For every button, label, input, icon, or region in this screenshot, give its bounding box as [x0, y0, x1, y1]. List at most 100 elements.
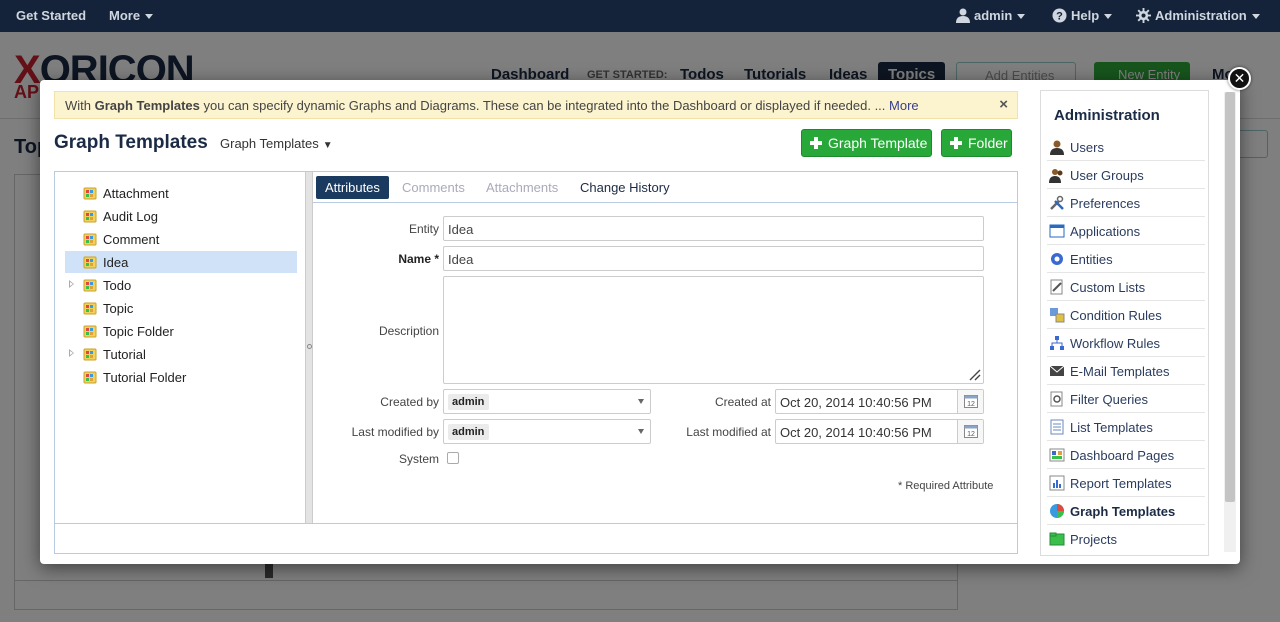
created-by-value: admin [448, 394, 490, 410]
tree-item-label: Comment [103, 232, 160, 247]
info-more-link[interactable]: More [889, 98, 919, 113]
tree-item[interactable]: Tutorial [65, 343, 297, 365]
sidebar-item-custom-lists[interactable]: Custom Lists [1047, 273, 1205, 301]
description-textarea[interactable] [443, 276, 984, 384]
get-started-link[interactable]: Get Started [16, 8, 86, 23]
detail-tabs: Attributes Comments Attachments Change H… [313, 172, 1017, 203]
sidebar-item-report-templates[interactable]: Report Templates [1047, 469, 1205, 497]
window-icon [1049, 223, 1065, 239]
sidebar-item-preferences[interactable]: Preferences [1047, 189, 1205, 217]
tree-item[interactable]: Attachment [65, 182, 297, 204]
more-label: More [109, 8, 141, 23]
pane-splitter[interactable] [305, 172, 313, 523]
dropdown-arrow-icon [638, 399, 644, 404]
system-label: System [398, 452, 439, 466]
add-folder-button[interactable]: Folder [941, 129, 1012, 157]
info-prefix: With [65, 98, 95, 113]
dialog-title: Graph Templates [54, 132, 208, 153]
tree-item[interactable]: Topic [65, 297, 297, 319]
tools-icon [1049, 195, 1065, 211]
envelope-icon [1049, 363, 1065, 379]
calendar-icon[interactable]: 12 [957, 390, 983, 413]
close-dialog-button[interactable]: ✕ [1228, 67, 1251, 90]
gear-icon [1049, 251, 1065, 267]
graph-template-icon [83, 186, 97, 200]
main-panel: Attachment Audit Log Comment Idea Todo Topic T… [54, 171, 1018, 554]
required-attribute-note: * Required Attribute [898, 480, 994, 492]
caret-down-icon: ▼ [322, 140, 333, 151]
tree-item-label: Topic Folder [103, 324, 174, 339]
tree-item-label: Audit Log [103, 209, 158, 224]
created-at-label: Created at [714, 395, 771, 409]
sidebar-item-users[interactable]: Users [1047, 133, 1205, 161]
sidebar-item-e-mail-templates[interactable]: E-Mail Templates [1047, 357, 1205, 385]
expand-arrow-icon[interactable] [69, 349, 74, 357]
graph-template-icon [83, 370, 97, 384]
tree-item-label: Idea [103, 255, 129, 270]
tree-item-label: Tutorial Folder [103, 370, 187, 385]
sidebar-item-applications[interactable]: Applications [1047, 217, 1205, 245]
sidebar-item-projects[interactable]: Projects [1047, 525, 1205, 553]
entity-field: Idea [443, 216, 984, 241]
user-icon [1049, 139, 1065, 155]
calendar-icon[interactable]: 12 [957, 420, 983, 443]
tree-item[interactable]: Idea [65, 251, 297, 273]
administration-sidebar: Administration Users User Groups Preferenc… [1040, 90, 1209, 556]
created-at-field[interactable]: Oct 20, 2014 10:40:56 PM 12 [775, 389, 984, 414]
sidebar-item-filter-queries[interactable]: Filter Queries [1047, 385, 1205, 413]
template-type-value: Graph Templates [220, 136, 319, 151]
sidebar-item-label: User Groups [1070, 168, 1144, 183]
sidebar-item-entities[interactable]: Entities [1047, 245, 1205, 273]
entity-label: Entity [408, 222, 439, 236]
info-close-icon[interactable]: × [999, 96, 1008, 113]
tree-item[interactable]: Topic Folder [65, 320, 297, 342]
help-menu[interactable]: ? Help [1052, 8, 1113, 23]
plus-icon [810, 137, 822, 149]
created-by-select[interactable]: admin [443, 389, 651, 414]
svg-text:?: ? [1056, 11, 1063, 23]
last-modified-at-field[interactable]: Oct 20, 2014 10:40:56 PM 12 [775, 419, 984, 444]
user-menu[interactable]: admin [956, 8, 1026, 23]
sidebar-item-label: List Templates [1070, 420, 1153, 435]
administration-menu[interactable]: Administration [1136, 8, 1260, 23]
user-group-icon [1049, 167, 1065, 183]
scrollbar-thumb[interactable] [1225, 92, 1235, 502]
graph-template-icon [83, 209, 97, 223]
name-input[interactable]: Idea [443, 246, 984, 271]
dashboard-icon [1049, 447, 1065, 463]
sidebar-item-label: Applications [1070, 224, 1141, 239]
sidebar-item-workflow-rules[interactable]: Workflow Rules [1047, 329, 1205, 357]
graph-template-icon [83, 232, 97, 246]
tree-item[interactable]: Tutorial Folder [65, 366, 297, 388]
resize-handle-icon[interactable] [969, 369, 981, 381]
tab-change-history[interactable]: Change History [580, 176, 670, 199]
more-menu[interactable]: More [109, 8, 154, 23]
last-modified-by-select[interactable]: admin [443, 419, 651, 444]
tree-item[interactable]: Comment [65, 228, 297, 250]
tab-attachments[interactable]: Attachments [486, 176, 558, 199]
info-text: you can specify dynamic Graphs and Diagr… [199, 98, 890, 113]
expand-arrow-icon[interactable] [69, 280, 74, 288]
sidebar-item-label: Projects [1070, 532, 1117, 547]
sidebar-item-user-groups[interactable]: User Groups [1047, 161, 1205, 189]
tree-item[interactable]: Audit Log [65, 205, 297, 227]
sidebar-item-graph-templates[interactable]: Graph Templates [1047, 497, 1205, 525]
sidebar-item-dashboard-pages[interactable]: Dashboard Pages [1047, 441, 1205, 469]
tab-attributes[interactable]: Attributes [316, 176, 389, 199]
graph-template-icon [83, 301, 97, 315]
tree-item-label: Todo [103, 278, 132, 293]
sidebar-item-label: Entities [1070, 252, 1113, 267]
sidebar-item-label: Workflow Rules [1070, 336, 1161, 351]
tree-item-label: Topic [103, 301, 134, 316]
sidebar-item-list-templates[interactable]: List Templates [1047, 413, 1205, 441]
name-label: Name * [329, 252, 439, 266]
system-checkbox[interactable] [447, 452, 459, 464]
last-modified-at-value: Oct 20, 2014 10:40:56 PM [780, 425, 932, 440]
sidebar-scrollbar[interactable] [1224, 92, 1236, 552]
template-type-selector[interactable]: Graph Templates ▼ [220, 136, 333, 151]
sidebar-item-label: Condition Rules [1070, 308, 1162, 323]
tab-comments[interactable]: Comments [402, 176, 465, 199]
sidebar-item-condition-rules[interactable]: Condition Rules [1047, 301, 1205, 329]
tree-item[interactable]: Todo [65, 274, 297, 296]
add-graph-template-button[interactable]: Graph Template [801, 129, 932, 157]
